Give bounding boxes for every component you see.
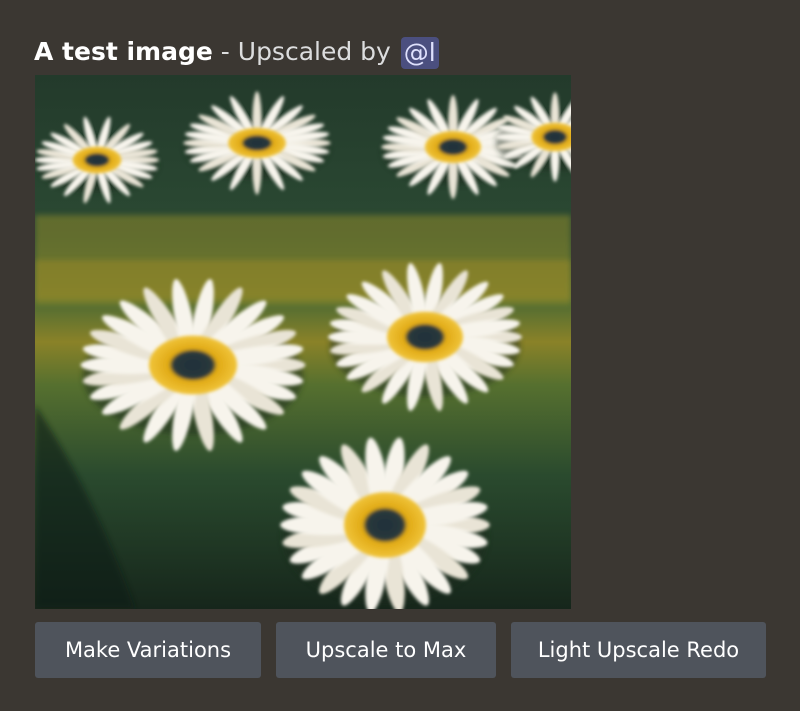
user-mention[interactable]: @l [400,37,439,69]
upscale-to-max-button[interactable]: Upscale to Max [276,622,496,678]
image-title: A test image [34,37,213,66]
message-header: A test image - Upscaled by @l [34,32,439,72]
upscaled-by-text: Upscaled by [237,37,399,66]
light-upscale-redo-button[interactable]: Light Upscale Redo [511,622,766,678]
chat-message: A test image - Upscaled by @l Make Varia… [0,0,800,711]
daisy-field-image [35,75,571,609]
generated-image[interactable] [35,75,571,609]
make-variations-button[interactable]: Make Variations [35,622,261,678]
title-separator: - [212,37,238,66]
